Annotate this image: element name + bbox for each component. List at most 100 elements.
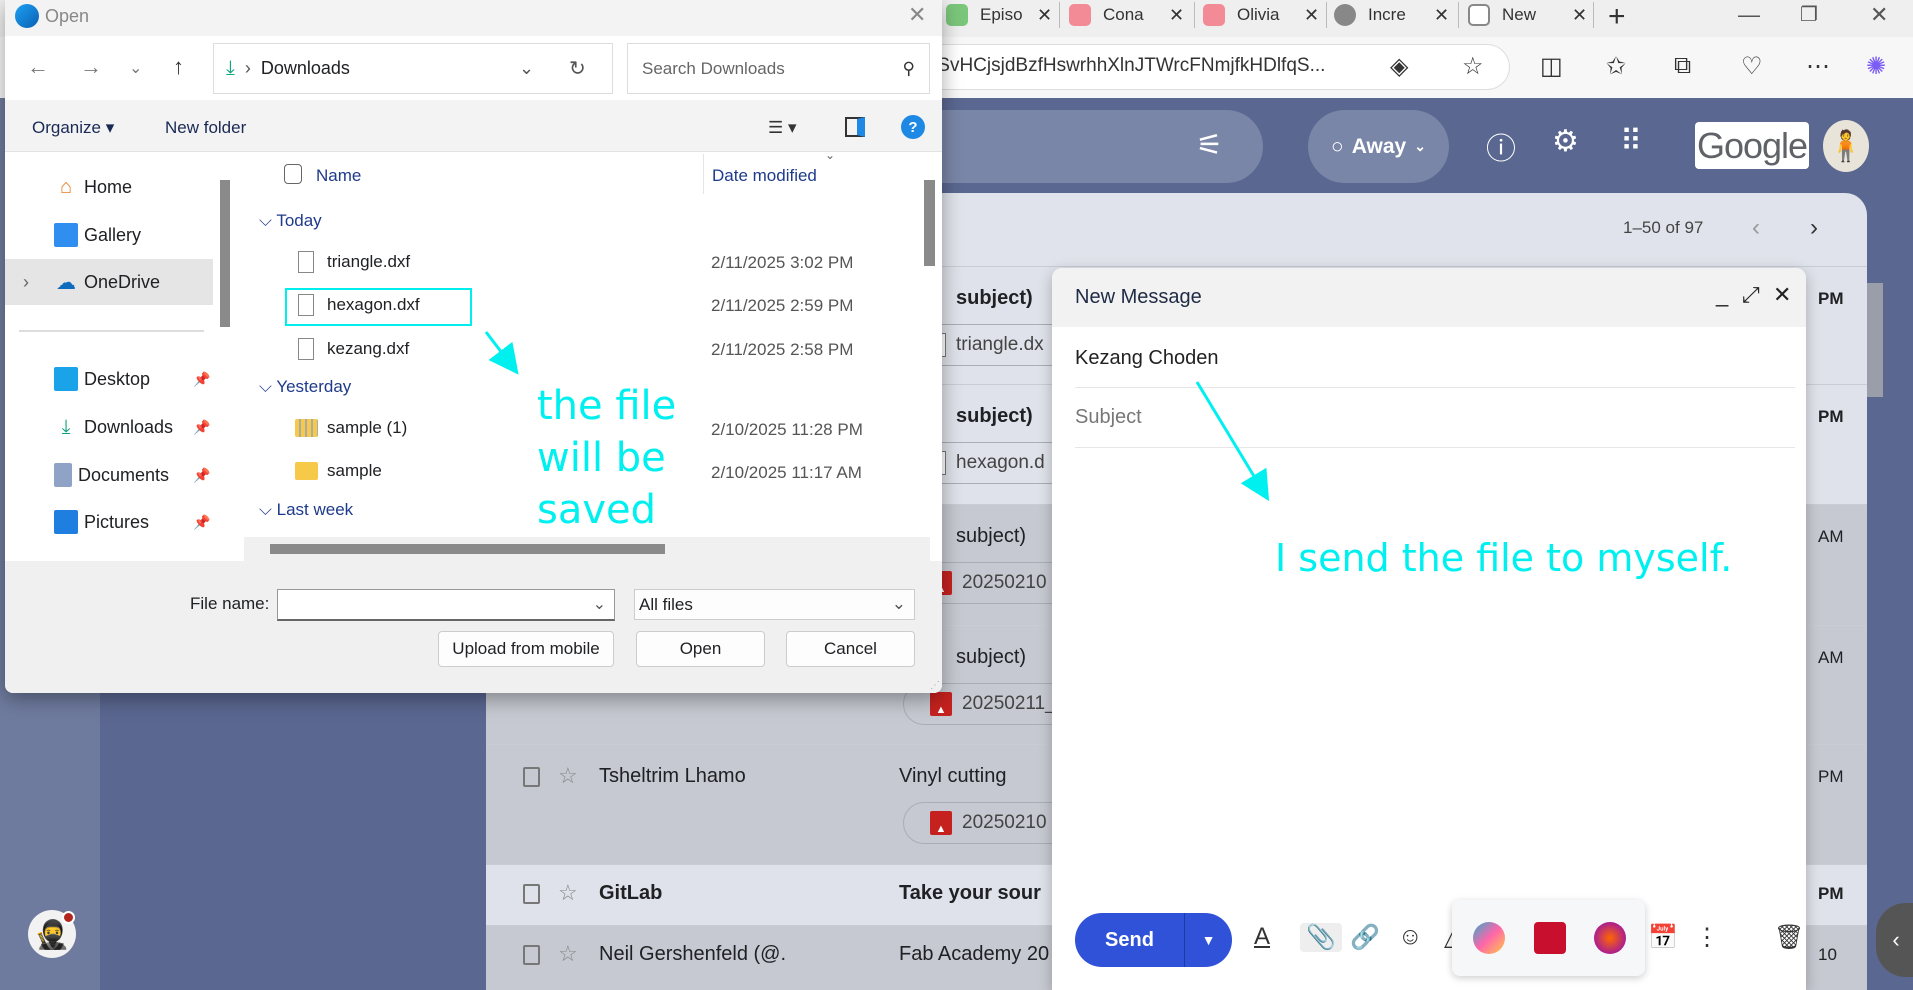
- up-arrow-icon[interactable]: ↑: [173, 54, 184, 80]
- close-icon[interactable]: ✕: [1773, 282, 1791, 308]
- star-icon[interactable]: ☆: [558, 763, 578, 789]
- search-downloads-input[interactable]: Search Downloads ⚲: [627, 43, 930, 94]
- recipient-field[interactable]: Kezang Choden: [1075, 347, 1218, 370]
- split-screen-icon[interactable]: ◫: [1540, 52, 1563, 81]
- attach-file-icon[interactable]: 📎: [1300, 923, 1342, 952]
- minimize-icon[interactable]: _: [1716, 282, 1728, 308]
- back-arrow-icon[interactable]: ←: [27, 54, 49, 80]
- close-tab-icon[interactable]: ✕: [1572, 5, 1587, 26]
- star-icon[interactable]: ☆: [558, 941, 578, 967]
- path-dropdown-chevron-icon[interactable]: ⌄: [519, 58, 534, 79]
- horizontal-scroll-thumb[interactable]: [270, 544, 665, 554]
- email-checkbox[interactable]: [523, 945, 540, 965]
- group-today[interactable]: ⌵ Today: [259, 211, 322, 231]
- file-row-triangle[interactable]: triangle.dxf: [298, 251, 410, 273]
- help-icon[interactable]: ⓘ: [1486, 124, 1516, 168]
- upload-from-mobile-button[interactable]: Upload from mobile: [438, 631, 614, 667]
- group-last-week[interactable]: ⌵ Last week: [259, 500, 353, 520]
- file-list-vertical-scrollbar[interactable]: [924, 180, 935, 266]
- new-folder-button[interactable]: New folder: [165, 118, 246, 138]
- file-name-input[interactable]: ⌄: [277, 589, 615, 621]
- email-checkbox[interactable]: [523, 767, 540, 787]
- chevron-down-icon[interactable]: ⌄: [593, 594, 606, 614]
- apps-grid-icon[interactable]: ⠿: [1620, 124, 1642, 159]
- status-dropdown[interactable]: ○ Away ⌄: [1308, 110, 1449, 183]
- change-view-icon[interactable]: ☰ ▾: [768, 118, 797, 138]
- nav-item-pictures[interactable]: Pictures 📌: [5, 499, 213, 545]
- group-yesterday[interactable]: ⌵ Yesterday: [259, 377, 351, 397]
- nav-item-documents[interactable]: Documents 📌: [5, 452, 213, 498]
- favorites-icon[interactable]: ✩: [1606, 52, 1626, 81]
- schedule-calendar-icon[interactable]: 📅: [1648, 923, 1678, 952]
- favorite-star-icon[interactable]: ☆: [1462, 52, 1484, 81]
- tab-cona[interactable]: Cona ✕: [1069, 0, 1184, 30]
- browser-essentials-icon[interactable]: ♡: [1741, 52, 1763, 81]
- file-row-sample[interactable]: sample: [295, 461, 382, 481]
- preview-pane-icon[interactable]: [845, 117, 865, 137]
- google-logo[interactable]: Google: [1695, 122, 1809, 169]
- send-button[interactable]: Send ▼: [1075, 913, 1232, 967]
- nav-item-onedrive[interactable]: › ☁ OneDrive: [5, 259, 213, 305]
- nav-item-home[interactable]: ⌂ Home: [5, 164, 213, 210]
- open-button[interactable]: Open: [636, 631, 765, 667]
- close-tab-icon[interactable]: ✕: [1434, 5, 1449, 26]
- email-checkbox[interactable]: [523, 884, 540, 904]
- pin-icon[interactable]: 📌: [193, 371, 210, 388]
- select-all-checkbox[interactable]: [284, 164, 302, 184]
- pin-icon[interactable]: 📌: [193, 419, 210, 436]
- close-tab-icon[interactable]: ✕: [1304, 5, 1319, 26]
- organize-menu[interactable]: Organize ▾: [32, 118, 114, 138]
- formatting-options-icon[interactable]: A: [1254, 923, 1270, 951]
- insert-link-icon[interactable]: 🔗: [1350, 923, 1380, 952]
- resize-grip-icon[interactable]: ⋰: [930, 680, 940, 691]
- star-icon[interactable]: ☆: [558, 880, 578, 906]
- minimize-window-icon[interactable]: —: [1738, 2, 1760, 28]
- more-options-icon[interactable]: ⋮: [1695, 923, 1719, 952]
- close-tab-icon[interactable]: ✕: [1169, 5, 1184, 26]
- cancel-button[interactable]: Cancel: [786, 631, 915, 667]
- email-list-scrollbar[interactable]: [1867, 283, 1883, 397]
- discard-trash-icon[interactable]: 🗑: [1774, 923, 1804, 952]
- tab-episo[interactable]: Episo ✕: [946, 0, 1052, 30]
- tab-olivia[interactable]: Olivia ✕: [1203, 0, 1319, 30]
- file-row-kezang[interactable]: kezang.dxf: [298, 338, 409, 360]
- more-options-icon[interactable]: ⋯: [1806, 52, 1830, 81]
- send-options-chevron-icon[interactable]: ▼: [1185, 913, 1232, 967]
- settings-gear-icon[interactable]: ⚙: [1552, 124, 1579, 159]
- forward-arrow-icon[interactable]: →: [80, 54, 102, 80]
- tab-incre[interactable]: Incre ✕: [1334, 0, 1449, 30]
- copilot-icon[interactable]: ✺: [1866, 52, 1886, 81]
- close-window-icon[interactable]: ✕: [1870, 2, 1888, 28]
- close-dialog-icon[interactable]: ✕: [908, 2, 926, 28]
- nav-item-gallery[interactable]: Gallery: [5, 212, 213, 258]
- refresh-icon[interactable]: ↻: [569, 56, 586, 81]
- new-tab-plus-icon[interactable]: +: [1608, 0, 1626, 34]
- emoji-icon[interactable]: ☺: [1398, 923, 1423, 951]
- close-tab-icon[interactable]: ✕: [1037, 5, 1052, 26]
- file-row-sample-1[interactable]: sample (1): [295, 418, 407, 438]
- expand-icon[interactable]: ⤢: [1742, 282, 1760, 308]
- mcafee-icon[interactable]: [1534, 922, 1566, 954]
- nav-item-downloads[interactable]: ⤓ Downloads 📌: [5, 404, 213, 450]
- file-type-select[interactable]: All files ⌄: [634, 589, 915, 620]
- expand-chevron-icon[interactable]: ›: [23, 272, 29, 293]
- side-panel-toggle-icon[interactable]: ‹: [1876, 903, 1913, 977]
- help-icon[interactable]: ?: [901, 115, 925, 139]
- breadcrumb-downloads[interactable]: Downloads: [261, 58, 350, 79]
- copilot-icon[interactable]: [1473, 922, 1505, 954]
- pin-icon[interactable]: 📌: [193, 467, 210, 484]
- address-path-box[interactable]: ⤓ › Downloads ⌄ ↻: [213, 43, 613, 94]
- next-page-icon[interactable]: ›: [1810, 214, 1818, 242]
- account-avatar[interactable]: 🧍: [1823, 120, 1869, 172]
- recent-locations-chevron-icon[interactable]: ⌄: [129, 58, 142, 78]
- pin-icon[interactable]: 📌: [193, 514, 210, 531]
- restore-window-icon[interactable]: ❐: [1800, 2, 1818, 27]
- nav-item-desktop[interactable]: Desktop 📌: [5, 356, 213, 402]
- url-text[interactable]: :SvHCjsjdBzfHswrhhXlnJTWrcFNmjfkHDlfqS..…: [932, 55, 1325, 77]
- previous-page-icon[interactable]: ‹: [1752, 214, 1760, 242]
- collections-icon[interactable]: ⧉: [1674, 52, 1691, 80]
- tab-new[interactable]: New ✕: [1468, 0, 1587, 30]
- subject-field[interactable]: Subject: [1075, 406, 1142, 429]
- column-header-name[interactable]: Name: [316, 166, 361, 186]
- nav-pane-scrollbar[interactable]: [220, 180, 230, 327]
